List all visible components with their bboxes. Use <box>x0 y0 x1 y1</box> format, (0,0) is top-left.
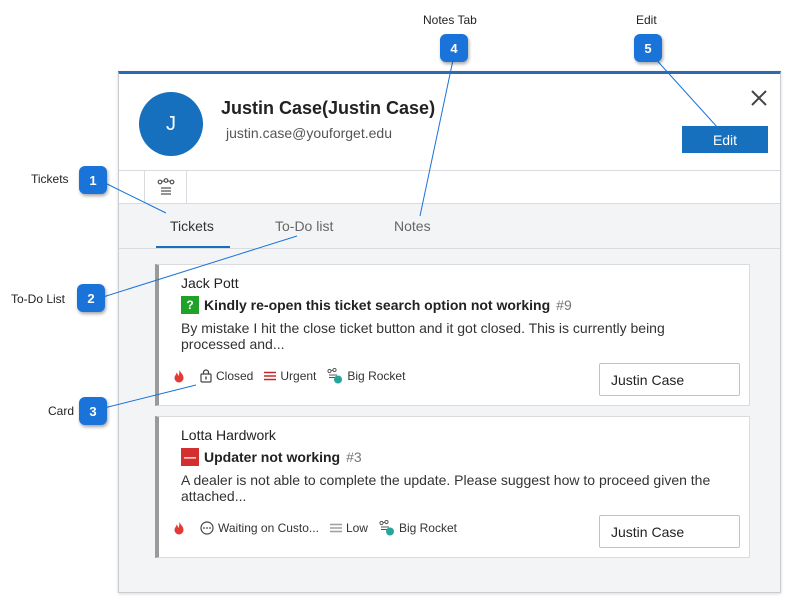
ticket-status: Closed <box>216 369 254 383</box>
annotation-badge-3: 3 <box>79 397 107 425</box>
contact-email: justin.case@youforget.edu <box>226 125 392 141</box>
ticket-subject[interactable]: Kindly re-open this ticket search option… <box>204 297 550 313</box>
toolbar <box>119 170 780 204</box>
ticket-group: Big Rocket <box>347 369 406 383</box>
fire-icon <box>174 369 184 383</box>
ticket-group: Big Rocket <box>398 521 457 535</box>
ticket-status-icon: — <box>181 448 199 466</box>
assignee-select[interactable]: Justin Case <box>599 363 740 396</box>
ticket-card[interactable]: Lotta Hardwork — Updater not working #3 … <box>155 416 750 558</box>
ticket-status: Waiting on Custo... <box>218 521 319 535</box>
close-icon[interactable] <box>747 86 771 110</box>
ticket-description: By mistake I hit the close ticket button… <box>181 320 665 352</box>
workflow-icon <box>157 178 174 195</box>
annotation-label-edit: Edit <box>636 13 657 27</box>
priority-icon <box>264 371 277 381</box>
ticket-card[interactable]: Jack Pott ? Kindly re-open this ticket s… <box>155 264 750 406</box>
tab-notes[interactable]: Notes <box>394 218 431 234</box>
priority-icon <box>329 523 342 533</box>
ticket-priority: Low <box>345 521 368 535</box>
avatar: J <box>139 92 203 156</box>
group-workflow-icon <box>379 520 394 536</box>
workflow-tool-button[interactable] <box>144 171 187 203</box>
active-tab-indicator <box>156 246 230 248</box>
assignee-select[interactable]: Justin Case <box>599 515 740 548</box>
ticket-subject-row: — Updater not working #3 <box>181 448 362 466</box>
ticket-number: #3 <box>346 449 362 465</box>
annotation-label-todo: To-Do List <box>11 292 66 306</box>
fire-icon <box>174 521 184 535</box>
annotation-badge-2: 2 <box>77 284 105 312</box>
ticket-meta: Closed Urgent Big Rocket <box>173 367 416 385</box>
annotation-label-notes-tab: Notes Tab <box>423 13 477 27</box>
lock-status-icon <box>200 369 212 383</box>
ticket-subject-row: ? Kindly re-open this ticket search opti… <box>181 296 572 314</box>
ticket-meta: Waiting on Custo... Low Big Rocket <box>173 519 468 537</box>
ticket-subject[interactable]: Updater not working <box>204 449 340 465</box>
ticket-status-icon: ? <box>181 296 199 314</box>
tab-todo-list[interactable]: To-Do list <box>275 218 333 234</box>
ticket-priority: Urgent <box>280 369 317 383</box>
waiting-status-icon <box>200 521 214 535</box>
annotation-badge-5: 5 <box>634 34 662 62</box>
tab-tickets[interactable]: Tickets <box>170 218 214 234</box>
ticket-requester: Jack Pott <box>181 275 239 291</box>
ticket-description: A dealer is not able to complete the upd… <box>181 472 711 504</box>
ticket-number: #9 <box>556 297 572 313</box>
annotation-badge-1: 1 <box>79 166 107 194</box>
group-workflow-icon <box>327 368 343 384</box>
contact-name: Justin Case(Justin Case) <box>221 98 436 118</box>
annotation-badge-4: 4 <box>440 34 468 62</box>
edit-button[interactable]: Edit <box>682 126 768 153</box>
contact-panel: J Justin Case(Justin Case) justin.case@y… <box>118 71 781 593</box>
annotation-label-card: Card <box>48 404 75 418</box>
annotation-label-tickets: Tickets <box>31 172 69 186</box>
panel-header: J Justin Case(Justin Case) justin.case@y… <box>119 74 780 170</box>
tab-bar: Tickets To-Do list Notes <box>119 205 780 249</box>
ticket-requester: Lotta Hardwork <box>181 427 276 443</box>
